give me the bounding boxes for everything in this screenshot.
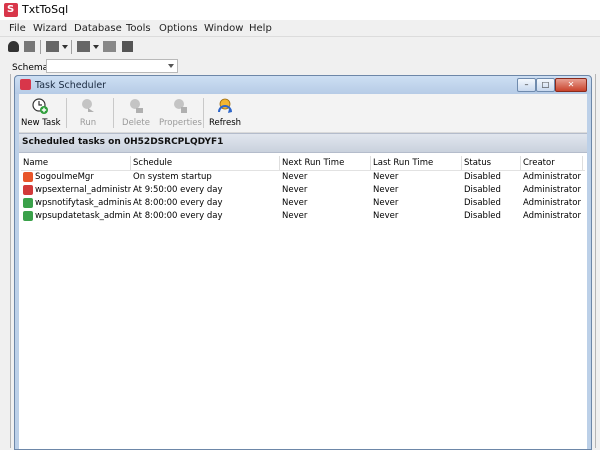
close-button[interactable]: ✕ (555, 78, 587, 92)
menu-help[interactable]: Help (249, 23, 272, 34)
table-row[interactable]: wpsupdatetask_admini... At 8:00:00 every… (21, 210, 585, 223)
menu-options[interactable]: Options (159, 23, 198, 34)
export-icon[interactable] (122, 41, 133, 52)
maximize-button[interactable]: □ (536, 78, 555, 92)
task-status: Disabled (464, 172, 501, 182)
window-title: Task Scheduler (35, 80, 107, 91)
task-last-run: Never (373, 172, 399, 182)
task-next-run: Never (282, 198, 308, 208)
task-schedule: At 8:00:00 every day (133, 198, 223, 208)
toolbar-separator (71, 40, 72, 54)
window-app-icon (20, 79, 31, 90)
wps-green-icon (23, 198, 33, 208)
window-body: New Task Run Delete Properties Refresh S… (19, 94, 587, 449)
task-schedule: On system startup (133, 172, 212, 182)
task-last-run: Never (373, 198, 399, 208)
task-creator: Administrator (523, 172, 581, 182)
column-header-schedule[interactable]: Schedule (131, 156, 280, 170)
banner-text: Scheduled tasks on 0H52DSRCPLQDYF1 (22, 137, 224, 147)
delete-icon (130, 99, 143, 113)
mdi-border (595, 74, 596, 448)
disconnect-icon[interactable] (24, 41, 35, 52)
wps-red-icon (23, 185, 33, 195)
connect-icon[interactable] (8, 41, 19, 52)
task-last-run: Never (373, 185, 399, 195)
task-status: Disabled (464, 185, 501, 195)
toolbar-separator (113, 98, 114, 128)
chevron-down-icon[interactable] (62, 45, 68, 49)
run-label: Run (79, 118, 97, 128)
task-name: wpsupdatetask_admini... (35, 211, 131, 221)
toolbar-separator (40, 40, 41, 54)
task-schedule: At 9:50:00 every day (133, 185, 223, 195)
sogou-icon (23, 172, 33, 182)
table-header: Name Schedule Next Run Time Last Run Tim… (21, 156, 585, 171)
column-header-creator[interactable]: Creator (521, 156, 583, 170)
run-button[interactable]: Run (75, 96, 101, 130)
clock-add-icon (32, 98, 48, 114)
tasks-table: Name Schedule Next Run Time Last Run Tim… (21, 156, 585, 446)
toolbar-separator (203, 98, 204, 128)
menu-window[interactable]: Window (204, 23, 243, 34)
menu-tools[interactable]: Tools (126, 23, 151, 34)
new-task-label: New Task (21, 118, 61, 128)
table-row[interactable]: wpsexternal_administr... At 9:50:00 ever… (21, 184, 585, 197)
schema-label: Schema (12, 63, 49, 73)
task-next-run: Never (282, 211, 308, 221)
app-title: TxtToSql (22, 3, 69, 16)
menu-bar: File Wizard Database Tools Options Windo… (0, 20, 600, 37)
table-icon[interactable] (77, 41, 90, 52)
refresh-icon (218, 98, 232, 113)
menu-wizard[interactable]: Wizard (33, 23, 67, 34)
task-toolbar: New Task Run Delete Properties Refresh (19, 94, 587, 133)
scheduled-tasks-banner: Scheduled tasks on 0H52DSRCPLQDYF1 (19, 133, 587, 153)
refresh-label: Refresh (208, 118, 242, 128)
task-scheduler-window: Task Scheduler – □ ✕ New Task Run Delete… (14, 75, 592, 450)
refresh-button[interactable]: Refresh (207, 96, 243, 130)
task-creator: Administrator (523, 185, 581, 195)
schema-select[interactable] (46, 59, 178, 73)
grid-icon[interactable] (46, 41, 59, 52)
task-last-run: Never (373, 211, 399, 221)
import-icon[interactable] (103, 41, 116, 52)
wps-green-icon (23, 211, 33, 221)
properties-label: Properties (159, 118, 202, 128)
chevron-down-icon[interactable] (168, 64, 174, 68)
task-status: Disabled (464, 198, 501, 208)
menu-database[interactable]: Database (74, 23, 122, 34)
task-creator: Administrator (523, 198, 581, 208)
minimize-button[interactable]: – (517, 78, 536, 92)
task-next-run: Never (282, 172, 308, 182)
table-row[interactable]: wpsnotifytask_adminis... At 8:00:00 ever… (21, 197, 585, 210)
task-name: wpsnotifytask_adminis... (35, 198, 131, 208)
task-name: wpsexternal_administr... (35, 185, 131, 195)
window-title-bar[interactable]: Task Scheduler – □ ✕ (15, 76, 591, 94)
delete-label: Delete (122, 118, 150, 128)
mdi-border (10, 74, 11, 448)
task-name: SogouImeMgr (35, 172, 94, 182)
task-next-run: Never (282, 185, 308, 195)
column-header-name[interactable]: Name (21, 156, 131, 170)
new-task-button[interactable]: New Task (21, 96, 61, 130)
app-title-bar: S TxtToSql (0, 0, 600, 20)
properties-icon (174, 99, 187, 113)
menu-file[interactable]: File (9, 23, 26, 34)
task-status: Disabled (464, 211, 501, 221)
table-row[interactable]: SogouImeMgr On system startup Never Neve… (21, 171, 585, 184)
task-creator: Administrator (523, 211, 581, 221)
toolbar-separator (66, 98, 67, 128)
properties-button[interactable]: Properties (159, 96, 202, 130)
chevron-down-icon[interactable] (93, 45, 99, 49)
column-header-status[interactable]: Status (462, 156, 521, 170)
app-logo-icon: S (4, 3, 18, 17)
column-header-last-run[interactable]: Last Run Time (371, 156, 462, 170)
run-icon (82, 99, 94, 112)
task-schedule: At 8:00:00 every day (133, 211, 223, 221)
column-header-next-run[interactable]: Next Run Time (280, 156, 371, 170)
main-toolbar (0, 37, 600, 58)
delete-button[interactable]: Delete (120, 96, 152, 130)
